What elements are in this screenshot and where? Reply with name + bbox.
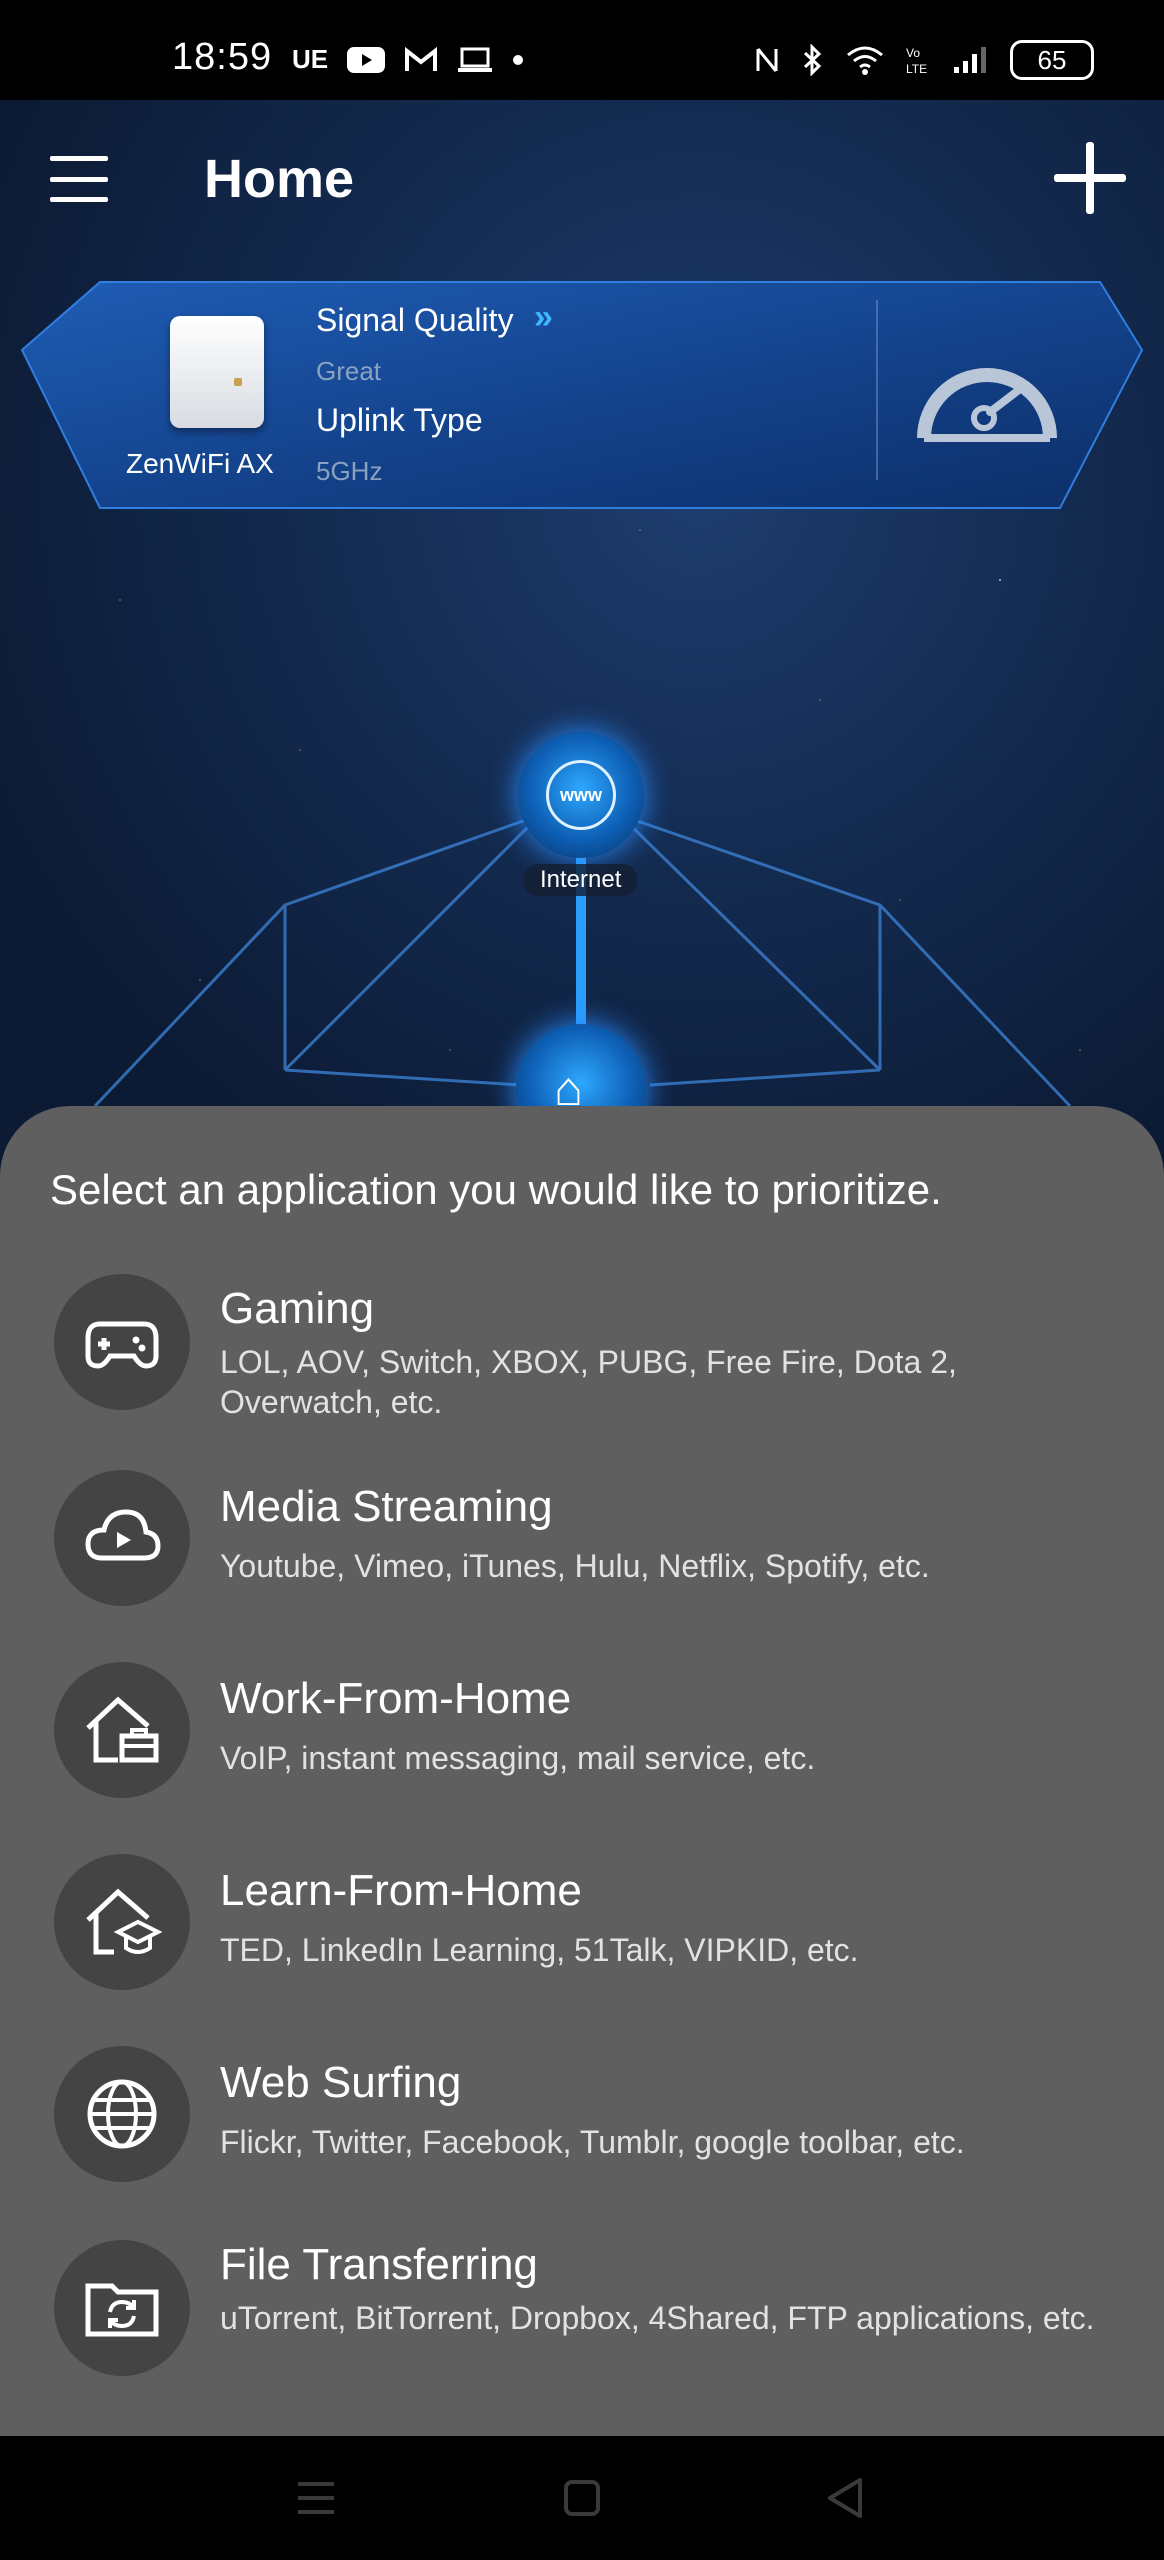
back-triangle-icon[interactable] [822, 2474, 870, 2522]
dot-icon [513, 54, 524, 65]
svg-text:Vo: Vo [906, 46, 920, 60]
list-item-file-transferring[interactable]: File Transferring uTorrent, BitTorrent, … [0, 2240, 1164, 2390]
volte-icon: Vo LTE [906, 46, 927, 76]
card-divider [876, 300, 878, 480]
list-item-gaming[interactable]: Gaming LOL, AOV, Switch, XBOX, PUBG, Fre… [0, 1274, 1164, 1424]
item-name: Work-From-Home [220, 1674, 572, 1723]
svg-text:LTE: LTE [906, 62, 927, 76]
globe-icon [54, 2046, 190, 2182]
app-header: Home [0, 100, 1164, 260]
signal-quality-label: Signal Quality [316, 302, 514, 338]
item-name: File Transferring [220, 2240, 538, 2289]
router-image [170, 316, 264, 428]
home-briefcase-icon [54, 1662, 190, 1798]
item-name: Web Surfing [220, 2058, 462, 2107]
gamepad-icon [54, 1274, 190, 1410]
home-graduation-icon [54, 1854, 190, 1990]
item-description: TED, LinkedIn Learning, 51Talk, VIPKID, … [220, 1932, 859, 1968]
item-description: LOL, AOV, Switch, XBOX, PUBG, Free Fire,… [220, 1344, 957, 1420]
item-description: Youtube, Vimeo, iTunes, Hulu, Netflix, S… [220, 1548, 930, 1584]
internet-node[interactable]: www [518, 732, 644, 858]
nfc-icon [756, 48, 778, 72]
signal-quality-value: Great [316, 356, 382, 386]
item-description: Flickr, Twitter, Facebook, Tumblr, googl… [220, 2124, 965, 2160]
youtube-icon [347, 46, 386, 73]
device-card[interactable]: ZenWiFi AX Signal Quality » Great Uplink… [20, 280, 1144, 510]
uplink-type-value: 5GHz [316, 456, 383, 486]
item-name: Learn-From-Home [220, 1866, 582, 1915]
signal-icon [954, 47, 986, 73]
cloud-play-icon [54, 1470, 190, 1606]
list-item-learn-from-home[interactable]: Learn-From-Home TED, LinkedIn Learning, … [0, 1854, 1164, 1994]
battery-icon: 65 [1010, 40, 1094, 80]
wifi-icon [847, 46, 883, 75]
prioritize-sheet: Select an application you would like to … [0, 1106, 1164, 2436]
system-navigation-bar [0, 2436, 1164, 2560]
system-icons: Vo LTE 65 [754, 40, 1094, 80]
www-globe-icon: www [546, 760, 616, 830]
item-name: Media Streaming [220, 1482, 553, 1531]
bluetooth-icon [803, 44, 822, 76]
gmail-icon [405, 46, 438, 71]
menu-line [50, 156, 108, 161]
double-chevron-right-icon[interactable]: » [534, 298, 553, 337]
add-button[interactable] [1050, 138, 1130, 218]
item-name: Gaming [220, 1284, 375, 1333]
internet-label: Internet [524, 864, 638, 896]
speedometer-icon[interactable] [912, 338, 1062, 448]
sheet-title: Select an application you would like to … [50, 1166, 942, 1213]
list-item-work-from-home[interactable]: Work-From-Home VoIP, instant messaging, … [0, 1662, 1164, 1802]
ue-text-icon: UE [292, 44, 329, 74]
status-bar: 18:59 UE Vo LTE 65 [0, 0, 1164, 100]
menu-line [50, 176, 108, 182]
device-name: ZenWiFi AX [126, 448, 274, 479]
recents-menu-icon[interactable] [292, 2474, 340, 2522]
notification-icons: UE [292, 44, 524, 75]
item-description: uTorrent, BitTorrent, Dropbox, 4Shared, … [220, 2300, 1095, 2336]
menu-button[interactable] [50, 156, 108, 202]
menu-line [50, 197, 108, 202]
list-item-web-surfing[interactable]: Web Surfing Flickr, Twitter, Facebook, T… [0, 2046, 1164, 2186]
folder-sync-icon [54, 2240, 190, 2376]
status-time: 18:59 [172, 36, 273, 78]
item-description: VoIP, instant messaging, mail service, e… [220, 1740, 816, 1776]
home-square-icon[interactable] [558, 2474, 606, 2522]
list-item-media-streaming[interactable]: Media Streaming Youtube, Vimeo, iTunes, … [0, 1470, 1164, 1610]
page-title: Home [204, 149, 355, 209]
laptop-icon [458, 47, 493, 72]
uplink-type-label: Uplink Type [316, 402, 483, 438]
